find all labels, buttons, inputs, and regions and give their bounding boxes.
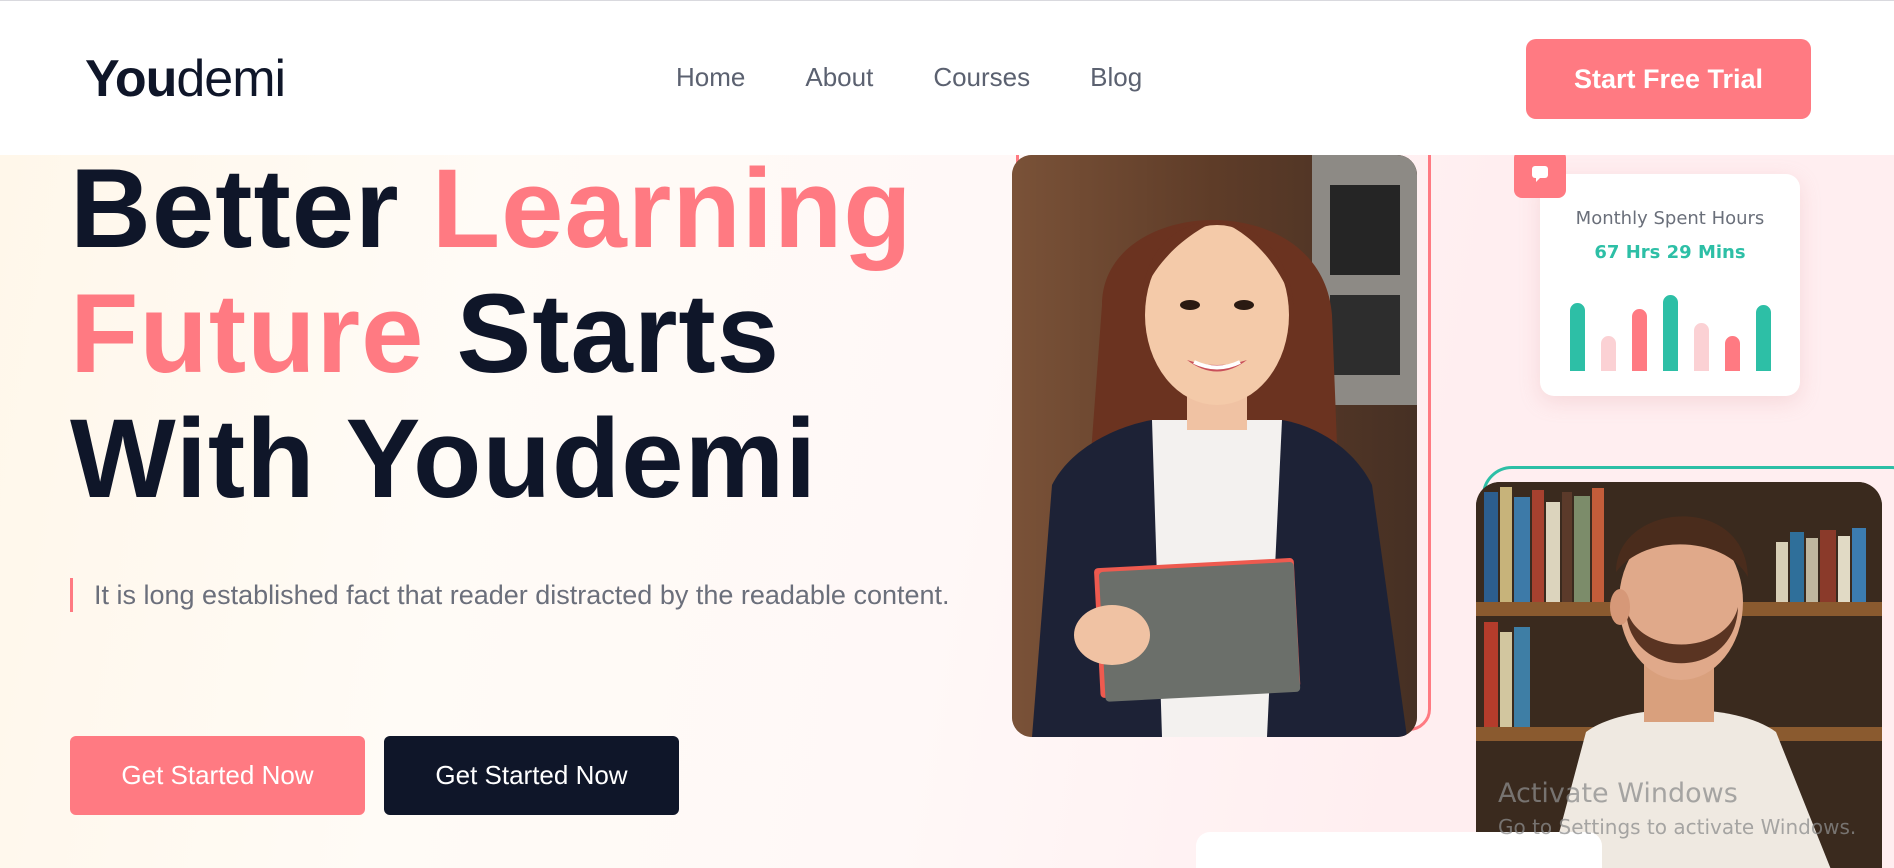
hours-bar-chart bbox=[1570, 279, 1780, 371]
stats-value: 67 Hrs 29 Mins bbox=[1594, 242, 1746, 263]
site-header: Youdemi Home About Courses Blog Start Fr… bbox=[0, 1, 1894, 155]
headline-learning: Learning bbox=[431, 146, 913, 271]
nav-about[interactable]: About bbox=[805, 62, 873, 93]
hero-description: It is long established fact that reader … bbox=[70, 578, 950, 612]
bookmark-badge bbox=[1514, 150, 1566, 198]
logo-bold-text: You bbox=[85, 50, 177, 108]
stats-title: Monthly Spent Hours bbox=[1575, 208, 1765, 229]
logo[interactable]: Youdemi bbox=[85, 49, 286, 109]
get-started-primary-button[interactable]: Get Started Now bbox=[70, 736, 365, 815]
main-nav: Home About Courses Blog bbox=[676, 62, 1142, 93]
hours-bar bbox=[1756, 305, 1771, 371]
logo-light-text: demi bbox=[176, 50, 286, 108]
hero-headline: Better Learning Future Starts With Youde… bbox=[70, 146, 913, 521]
headline-better: Better bbox=[70, 146, 432, 271]
headline-future: Future bbox=[70, 271, 425, 396]
get-started-dark-button[interactable]: Get Started Now bbox=[384, 736, 679, 815]
monthly-hours-card: Monthly Spent Hours 67 Hrs 29 Mins bbox=[1540, 174, 1800, 396]
student-illustration bbox=[1012, 155, 1417, 737]
nav-courses[interactable]: Courses bbox=[933, 62, 1030, 93]
watermark-subtitle: Go to Settings to activate Windows. bbox=[1498, 815, 1857, 839]
hours-bar bbox=[1632, 309, 1647, 371]
nav-home[interactable]: Home bbox=[676, 62, 745, 93]
headline-with-youdemi: With Youdemi bbox=[70, 396, 818, 521]
start-free-trial-button[interactable]: Start Free Trial bbox=[1526, 39, 1811, 119]
nav-blog[interactable]: Blog bbox=[1090, 62, 1142, 93]
hours-bar bbox=[1725, 336, 1740, 371]
windows-activation-watermark: Activate Windows Go to Settings to activ… bbox=[1498, 778, 1856, 839]
hours-bar bbox=[1601, 336, 1616, 371]
hours-bar bbox=[1694, 323, 1709, 371]
hours-bar bbox=[1570, 303, 1585, 371]
hours-bar bbox=[1663, 295, 1678, 371]
watermark-title: Activate Windows bbox=[1498, 778, 1738, 809]
headline-starts: Starts bbox=[424, 271, 780, 396]
message-icon bbox=[1532, 166, 1548, 182]
student-photo bbox=[1012, 155, 1417, 737]
